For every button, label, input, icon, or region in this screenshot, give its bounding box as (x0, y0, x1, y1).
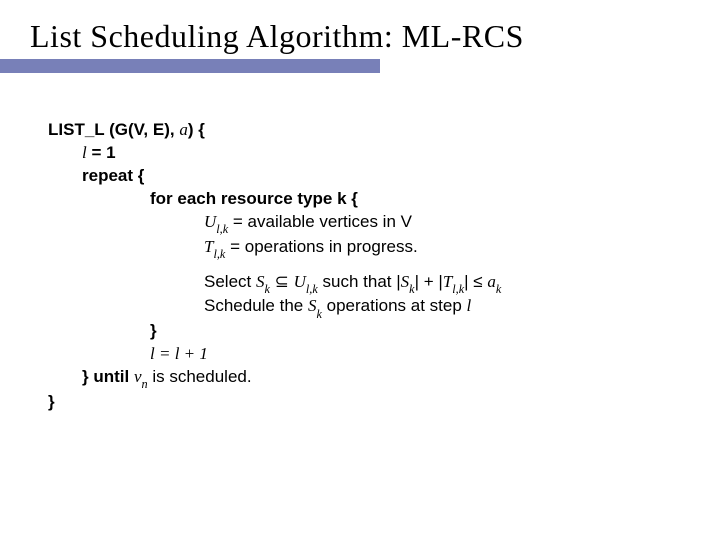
line-inc-l: l = l + 1 (48, 343, 720, 366)
var-l2: l (467, 296, 472, 315)
line-repeat: repeat { (48, 165, 720, 188)
line-until: } until vn is scheduled. (48, 366, 720, 391)
line-for-each: for each resource type k { (48, 188, 720, 211)
gap (48, 261, 720, 271)
schedule-word: Schedule the (204, 296, 308, 315)
until-prefix: } until (82, 367, 134, 386)
sub-k3: k (496, 282, 501, 296)
sig-prefix: LIST_L (G(V, E), (48, 120, 179, 139)
var-U2: U (294, 272, 306, 291)
sub-k2: k (409, 282, 414, 296)
sub-lk-4: l,k (452, 282, 464, 296)
eq-1: = 1 (87, 143, 116, 162)
such-that: such that | (318, 272, 401, 291)
var-v: v (134, 367, 142, 386)
algorithm-body: LIST_L (G(V, E), a) { l = 1 repeat { for… (0, 73, 720, 414)
line-select: Select Sk ⊆ Ul,k such that |Sk| + |Tl,k|… (48, 271, 720, 296)
until-suffix: is scheduled. (148, 367, 252, 386)
var-S2: S (401, 272, 410, 291)
sub-lk-1: l,k (216, 222, 228, 236)
sig-suffix: ) { (188, 120, 205, 139)
line-l-eq-1: l = 1 (48, 142, 720, 165)
var-U: U (204, 212, 216, 231)
close-brace-inner: } (48, 320, 720, 343)
plus-sym: | + | (415, 272, 443, 291)
var-a: a (487, 272, 496, 291)
sub-lk-2: l,k (213, 247, 225, 261)
var-T2: T (443, 272, 452, 291)
page-title: List Scheduling Algorithm: ML-RCS (0, 18, 720, 55)
select-word: Select (204, 272, 256, 291)
line-schedule: Schedule the Sk operations at step l (48, 295, 720, 320)
sub-k4: k (316, 307, 321, 321)
sub-lk-3: l,k (306, 282, 318, 296)
algo-signature: LIST_L (G(V, E), a) { (48, 119, 720, 142)
slide: List Scheduling Algorithm: ML-RCS LIST_L… (0, 0, 720, 540)
sub-n: n (142, 377, 148, 391)
title-underline (0, 59, 380, 73)
sig-a: a (179, 120, 188, 139)
close-brace-outer: } (48, 391, 720, 414)
ops-at-text: operations at step (322, 296, 467, 315)
sub-k1: k (264, 282, 269, 296)
avail-text: = available vertices in V (228, 212, 412, 231)
line-U: Ul,k = available vertices in V (48, 211, 720, 236)
leq-sym: | ≤ (464, 272, 487, 291)
subset-sym: ⊆ (270, 272, 294, 291)
line-T: Tl,k = operations in progress. (48, 236, 720, 261)
ops-prog-text: = operations in progress. (225, 237, 417, 256)
